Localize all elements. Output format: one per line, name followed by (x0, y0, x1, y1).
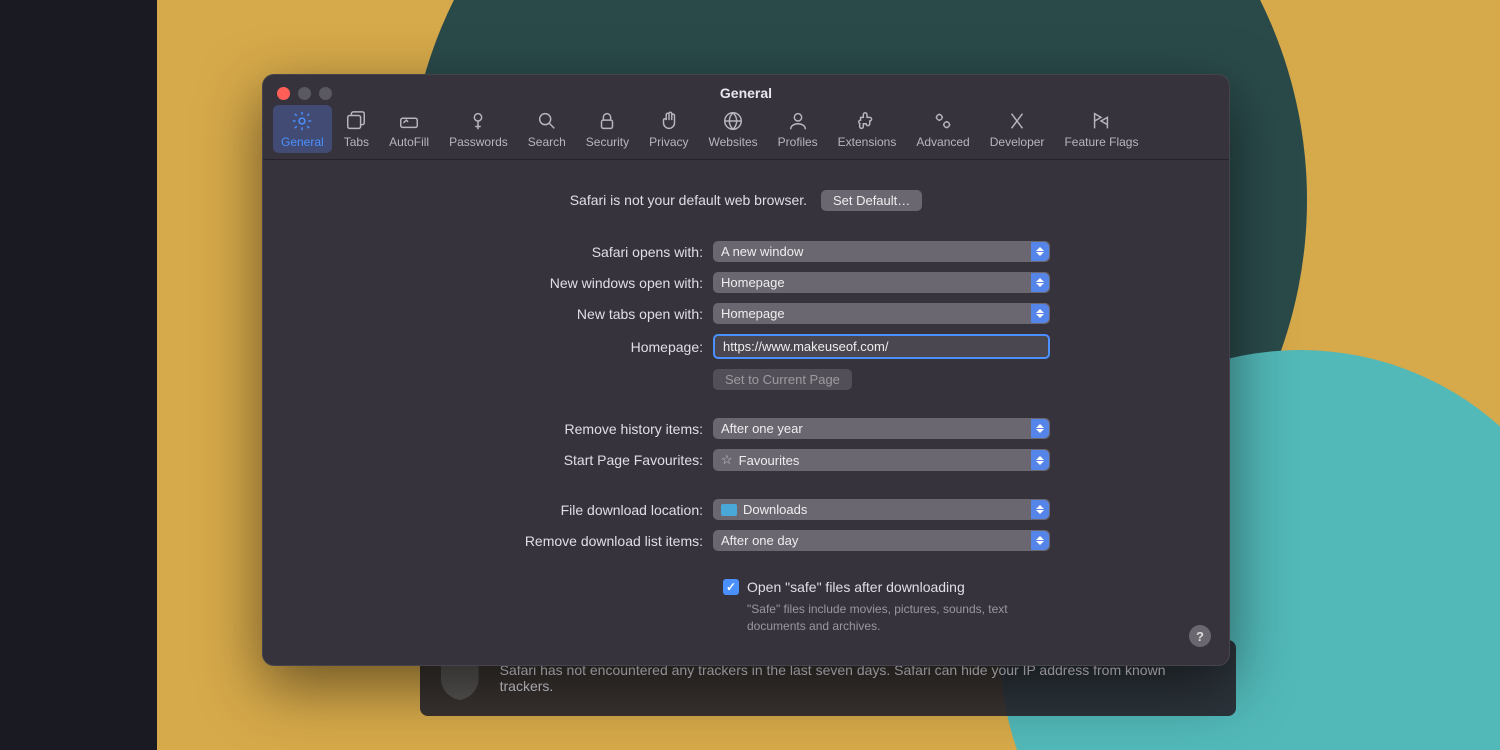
label-remove-downloads: Remove download list items: (303, 533, 713, 549)
set-current-page-button[interactable]: Set to Current Page (713, 369, 852, 390)
tab-passwords[interactable]: Passwords (441, 105, 516, 153)
select-new-windows[interactable]: Homepage (713, 272, 1050, 293)
preferences-toolbar: General Tabs AutoFill Passwords Search S… (263, 105, 1229, 160)
select-new-tabs[interactable]: Homepage (713, 303, 1050, 324)
tracker-text: Safari has not encountered any trackers … (500, 662, 1216, 694)
label-homepage: Homepage: (303, 339, 713, 355)
search-icon (535, 109, 559, 133)
label-download-location: File download location: (303, 502, 713, 518)
folder-icon (721, 504, 737, 516)
tab-tabs[interactable]: Tabs (336, 105, 377, 153)
titlebar: General (263, 75, 1229, 105)
tab-privacy[interactable]: Privacy (641, 105, 696, 153)
star-icon: ☆ (721, 452, 733, 468)
person-icon (786, 109, 810, 133)
globe-icon (721, 109, 745, 133)
label-favourites: Start Page Favourites: (303, 452, 713, 468)
tab-search[interactable]: Search (520, 105, 574, 153)
tab-websites[interactable]: Websites (701, 105, 766, 153)
gears-icon (931, 109, 955, 133)
tab-general[interactable]: General (273, 105, 332, 153)
label-new-windows: New windows open with: (303, 275, 713, 291)
select-opens-with[interactable]: A new window (713, 241, 1050, 262)
default-browser-message: Safari is not your default web browser. (570, 192, 807, 208)
label-remove-history: Remove history items: (303, 421, 713, 437)
select-download-location[interactable]: Downloads (713, 499, 1050, 520)
tab-feature-flags[interactable]: Feature Flags (1056, 105, 1146, 153)
window-title: General (263, 85, 1229, 101)
preferences-window: General General Tabs AutoFill Passwords … (262, 74, 1230, 666)
tab-autofill[interactable]: AutoFill (381, 105, 437, 153)
key-icon (466, 109, 490, 133)
tabs-icon (344, 109, 368, 133)
select-favourites[interactable]: ☆Favourites (713, 449, 1050, 471)
puzzle-icon (855, 109, 879, 133)
gear-icon (290, 109, 314, 133)
select-remove-downloads[interactable]: After one day (713, 530, 1050, 551)
safe-files-help: "Safe" files include movies, pictures, s… (747, 601, 1047, 635)
tab-profiles[interactable]: Profiles (770, 105, 826, 153)
app-sidebar (0, 0, 157, 750)
select-remove-history[interactable]: After one year (713, 418, 1050, 439)
tools-icon (1005, 109, 1029, 133)
input-homepage[interactable] (713, 334, 1050, 359)
lock-icon (595, 109, 619, 133)
set-default-button[interactable]: Set Default… (821, 190, 922, 211)
general-pane: Safari is not your default web browser. … (263, 160, 1229, 665)
pen-icon (397, 109, 421, 133)
help-button[interactable]: ? (1189, 625, 1211, 647)
label-opens-with: Safari opens with: (303, 244, 713, 260)
tab-advanced[interactable]: Advanced (908, 105, 977, 153)
flags-icon (1089, 109, 1113, 133)
checkbox-open-safe[interactable] (723, 579, 739, 595)
tab-security[interactable]: Security (578, 105, 637, 153)
tab-extensions[interactable]: Extensions (830, 105, 905, 153)
label-open-safe: Open "safe" files after downloading (747, 579, 965, 595)
hand-icon (657, 109, 681, 133)
tab-developer[interactable]: Developer (982, 105, 1053, 153)
label-new-tabs: New tabs open with: (303, 306, 713, 322)
